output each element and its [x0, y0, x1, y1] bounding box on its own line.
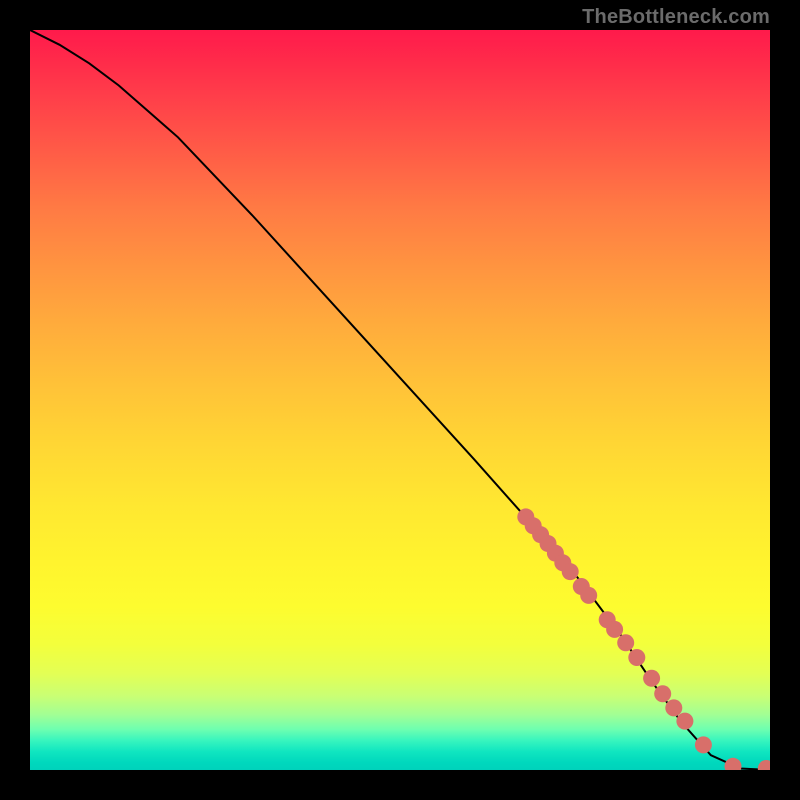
marker-point: [606, 621, 623, 638]
marker-point: [758, 760, 770, 770]
curve-line: [30, 30, 770, 770]
curve-markers: [517, 508, 770, 770]
chart-svg: [30, 30, 770, 770]
marker-point: [665, 699, 682, 716]
marker-point: [562, 563, 579, 580]
marker-point: [580, 587, 597, 604]
marker-point: [617, 634, 634, 651]
plot-area: [30, 30, 770, 770]
marker-point: [643, 670, 660, 687]
marker-point: [628, 649, 645, 666]
chart-container: TheBottleneck.com: [0, 0, 800, 800]
marker-point: [695, 736, 712, 753]
watermark-text: TheBottleneck.com: [582, 6, 770, 29]
marker-point: [725, 758, 742, 770]
marker-point: [676, 713, 693, 730]
marker-point: [654, 685, 671, 702]
